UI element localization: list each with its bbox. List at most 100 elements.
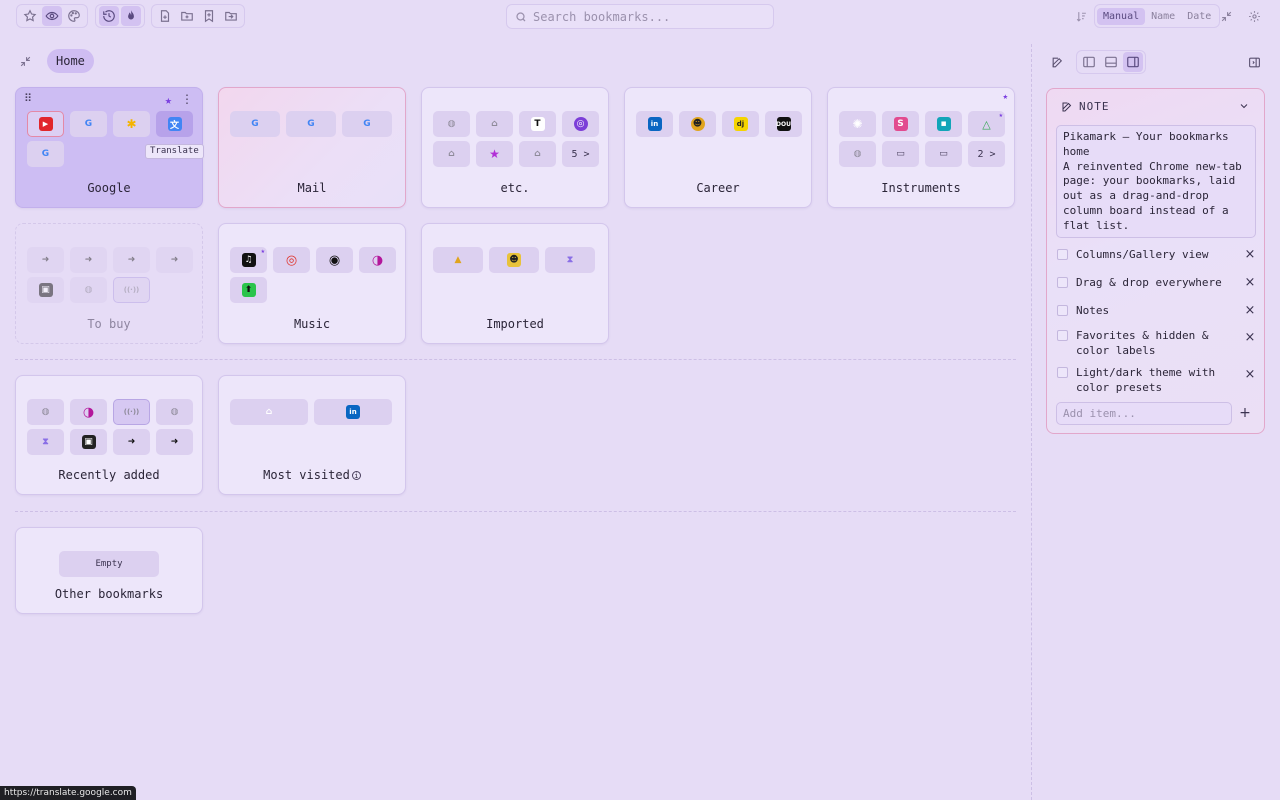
note-textarea[interactable]: Pikamark — Your bookmarks home A reinven… — [1056, 125, 1256, 238]
new-bookmark-button[interactable] — [155, 6, 175, 26]
bookmark-music-app[interactable]: ★ ♫ — [230, 247, 267, 273]
bookmark-github[interactable]: ⌂ — [476, 111, 513, 137]
card-recently-added[interactable]: ◍ ◑ ((·)) ◍ ⧗ ▣ ➜ ➜ Recently added — [15, 375, 203, 495]
subfolder-2[interactable]: ▭ — [925, 141, 962, 167]
bookmark-globe-2[interactable]: ◍ — [839, 141, 876, 167]
bookmark-vinyl[interactable]: ◉ — [316, 247, 353, 273]
recent-arrow-1[interactable]: ➜ — [113, 429, 150, 455]
bookmark-drive[interactable]: ★ △ — [968, 111, 1005, 137]
new-note-button[interactable] — [1048, 53, 1066, 71]
bookmark-linkedin[interactable]: in — [636, 111, 673, 137]
add-item-input[interactable] — [1056, 402, 1232, 425]
bookmark-google-photos[interactable]: ✱ — [113, 111, 150, 137]
import-folder-button[interactable] — [221, 6, 241, 26]
sort-manual-button[interactable]: Manual — [1097, 7, 1146, 25]
favorite-star-icon[interactable]: ★ — [1003, 92, 1008, 102]
bookmark-teal-app[interactable]: ▪ — [925, 111, 962, 137]
collapse-columns-button[interactable] — [16, 52, 34, 70]
folder-card-imported[interactable]: ▲ ☻ ⧗ Imported — [421, 223, 609, 344]
bookmark-github-2[interactable]: ⌂ — [433, 141, 470, 167]
hidden-toggle-button[interactable] — [42, 6, 62, 26]
remove-item-icon[interactable]: × — [1243, 275, 1257, 290]
bookmark-arrow-1[interactable]: ➜ — [27, 247, 64, 273]
more-bookmarks-button[interactable]: 2 > — [968, 141, 1005, 167]
bookmark-chatgpt[interactable]: ✺ — [839, 111, 876, 137]
bookmark-hourglass[interactable]: ⧗ — [545, 247, 595, 273]
settings-button[interactable] — [1244, 6, 1264, 26]
folder-card-to-buy[interactable]: ➜ ➜ ➜ ➜ ▣ ◍ ((·)) To buy — [15, 223, 203, 344]
add-item-button[interactable]: + — [1238, 402, 1252, 425]
remove-item-icon[interactable]: × — [1243, 367, 1257, 382]
bookmark-star[interactable]: ★ — [476, 141, 513, 167]
bookmark-wave[interactable]: ((·)) — [113, 277, 150, 303]
folder-card-career[interactable]: in ☻ dj DOU Career — [624, 87, 812, 208]
bookmark-arrow-4[interactable]: ➜ — [156, 247, 193, 273]
recent-hourglass[interactable]: ⧗ — [27, 429, 64, 455]
recent-globe-2[interactable]: ◍ — [156, 399, 193, 425]
recently-added-toggle[interactable] — [99, 6, 119, 26]
remove-item-icon[interactable]: × — [1243, 303, 1257, 318]
bookmark-tor[interactable]: ◎ — [562, 111, 599, 137]
bookmark-globe-3[interactable]: ◍ — [70, 277, 107, 303]
bookmark-google-2[interactable]: G — [27, 141, 64, 167]
folder-card-instruments[interactable]: ★ ✺ S ▪ ★ △ ◍ ▭ ▭ 2 > Instruments — [827, 87, 1015, 208]
close-panel-button[interactable] — [1245, 53, 1263, 71]
bookmark-avatar-site[interactable]: ☻ — [679, 111, 716, 137]
bookmark-arrow-3[interactable]: ➜ — [113, 247, 150, 273]
bookmark-face[interactable]: ☻ — [489, 247, 539, 273]
visited-linkedin[interactable]: in — [314, 399, 392, 425]
recent-chip[interactable]: ▣ — [70, 429, 107, 455]
bookmark-upload[interactable]: ⬆ — [230, 277, 267, 303]
bookmark-djinni[interactable]: dj — [722, 111, 759, 137]
bookmark-add-button[interactable] — [199, 6, 219, 26]
more-bookmarks-button[interactable]: 5 > — [562, 141, 599, 167]
recent-swirl[interactable]: ◑ — [70, 399, 107, 425]
favorites-filter-button[interactable] — [20, 6, 40, 26]
subfolder-1[interactable]: ▭ — [882, 141, 919, 167]
recent-globe[interactable]: ◍ — [27, 399, 64, 425]
todo-checkbox[interactable] — [1057, 367, 1068, 378]
recent-wave[interactable]: ((·)) — [113, 399, 150, 425]
bookmark-youtube[interactable]: ▶ — [27, 111, 64, 137]
todo-checkbox[interactable] — [1057, 277, 1068, 288]
drag-handle-icon[interactable]: ⠿ — [24, 92, 32, 105]
folder-card-music[interactable]: ★ ♫ ◎ ◉ ◑ ⬆ Music — [218, 223, 406, 344]
remove-item-icon[interactable]: × — [1243, 247, 1257, 262]
layout-right-button[interactable] — [1123, 52, 1143, 72]
bookmark-chip[interactable]: ▣ — [27, 277, 64, 303]
bookmark-github-3[interactable]: ⌂ — [519, 141, 556, 167]
bookmark-arrow-2[interactable]: ➜ — [70, 247, 107, 273]
bookmark-globe[interactable]: ◍ — [433, 111, 470, 137]
bookmark-translate[interactable]: 文 — [156, 111, 193, 137]
bookmark-pink-circle[interactable]: ◑ — [359, 247, 396, 273]
bookmark-gmail-2[interactable]: G — [286, 111, 336, 137]
chevron-down-icon[interactable] — [1238, 100, 1250, 112]
todo-checkbox[interactable] — [1057, 305, 1068, 316]
breadcrumb-home[interactable]: Home — [47, 49, 94, 73]
sort-order-icon[interactable] — [1072, 6, 1090, 26]
remove-item-icon[interactable]: × — [1243, 330, 1257, 345]
favorite-star-icon[interactable]: ★ — [165, 93, 172, 107]
bookmark-dou[interactable]: DOU — [765, 111, 802, 137]
bookmark-red-circle[interactable]: ◎ — [273, 247, 310, 273]
search-box[interactable] — [506, 4, 774, 29]
bookmark-landscape[interactable]: ▲ — [433, 247, 483, 273]
more-options-icon[interactable]: ⋮ — [181, 92, 193, 106]
folder-card-other-bookmarks[interactable]: Empty Other bookmarks — [15, 527, 203, 614]
collapse-all-button[interactable] — [1216, 6, 1236, 26]
recent-arrow-2[interactable]: ➜ — [156, 429, 193, 455]
bookmark-gmail-3[interactable]: G — [342, 111, 392, 137]
layout-bottom-button[interactable] — [1101, 52, 1121, 72]
bookmark-pink-app[interactable]: S — [882, 111, 919, 137]
sort-name-button[interactable]: Name — [1145, 8, 1181, 25]
todo-checkbox[interactable] — [1057, 330, 1068, 341]
folder-card-etc[interactable]: ◍ ⌂ T ◎ ⌂ ★ ⌂ 5 > etc. — [421, 87, 609, 208]
card-most-visited[interactable]: ⌂ in Most visited i — [218, 375, 406, 495]
sort-date-button[interactable]: Date — [1181, 8, 1217, 25]
visited-github[interactable]: ⌂ — [230, 399, 308, 425]
todo-checkbox[interactable] — [1057, 249, 1068, 260]
new-folder-button[interactable] — [177, 6, 197, 26]
color-labels-button[interactable] — [64, 6, 84, 26]
search-input[interactable] — [533, 9, 763, 24]
bookmark-gmail-1[interactable]: G — [230, 111, 280, 137]
